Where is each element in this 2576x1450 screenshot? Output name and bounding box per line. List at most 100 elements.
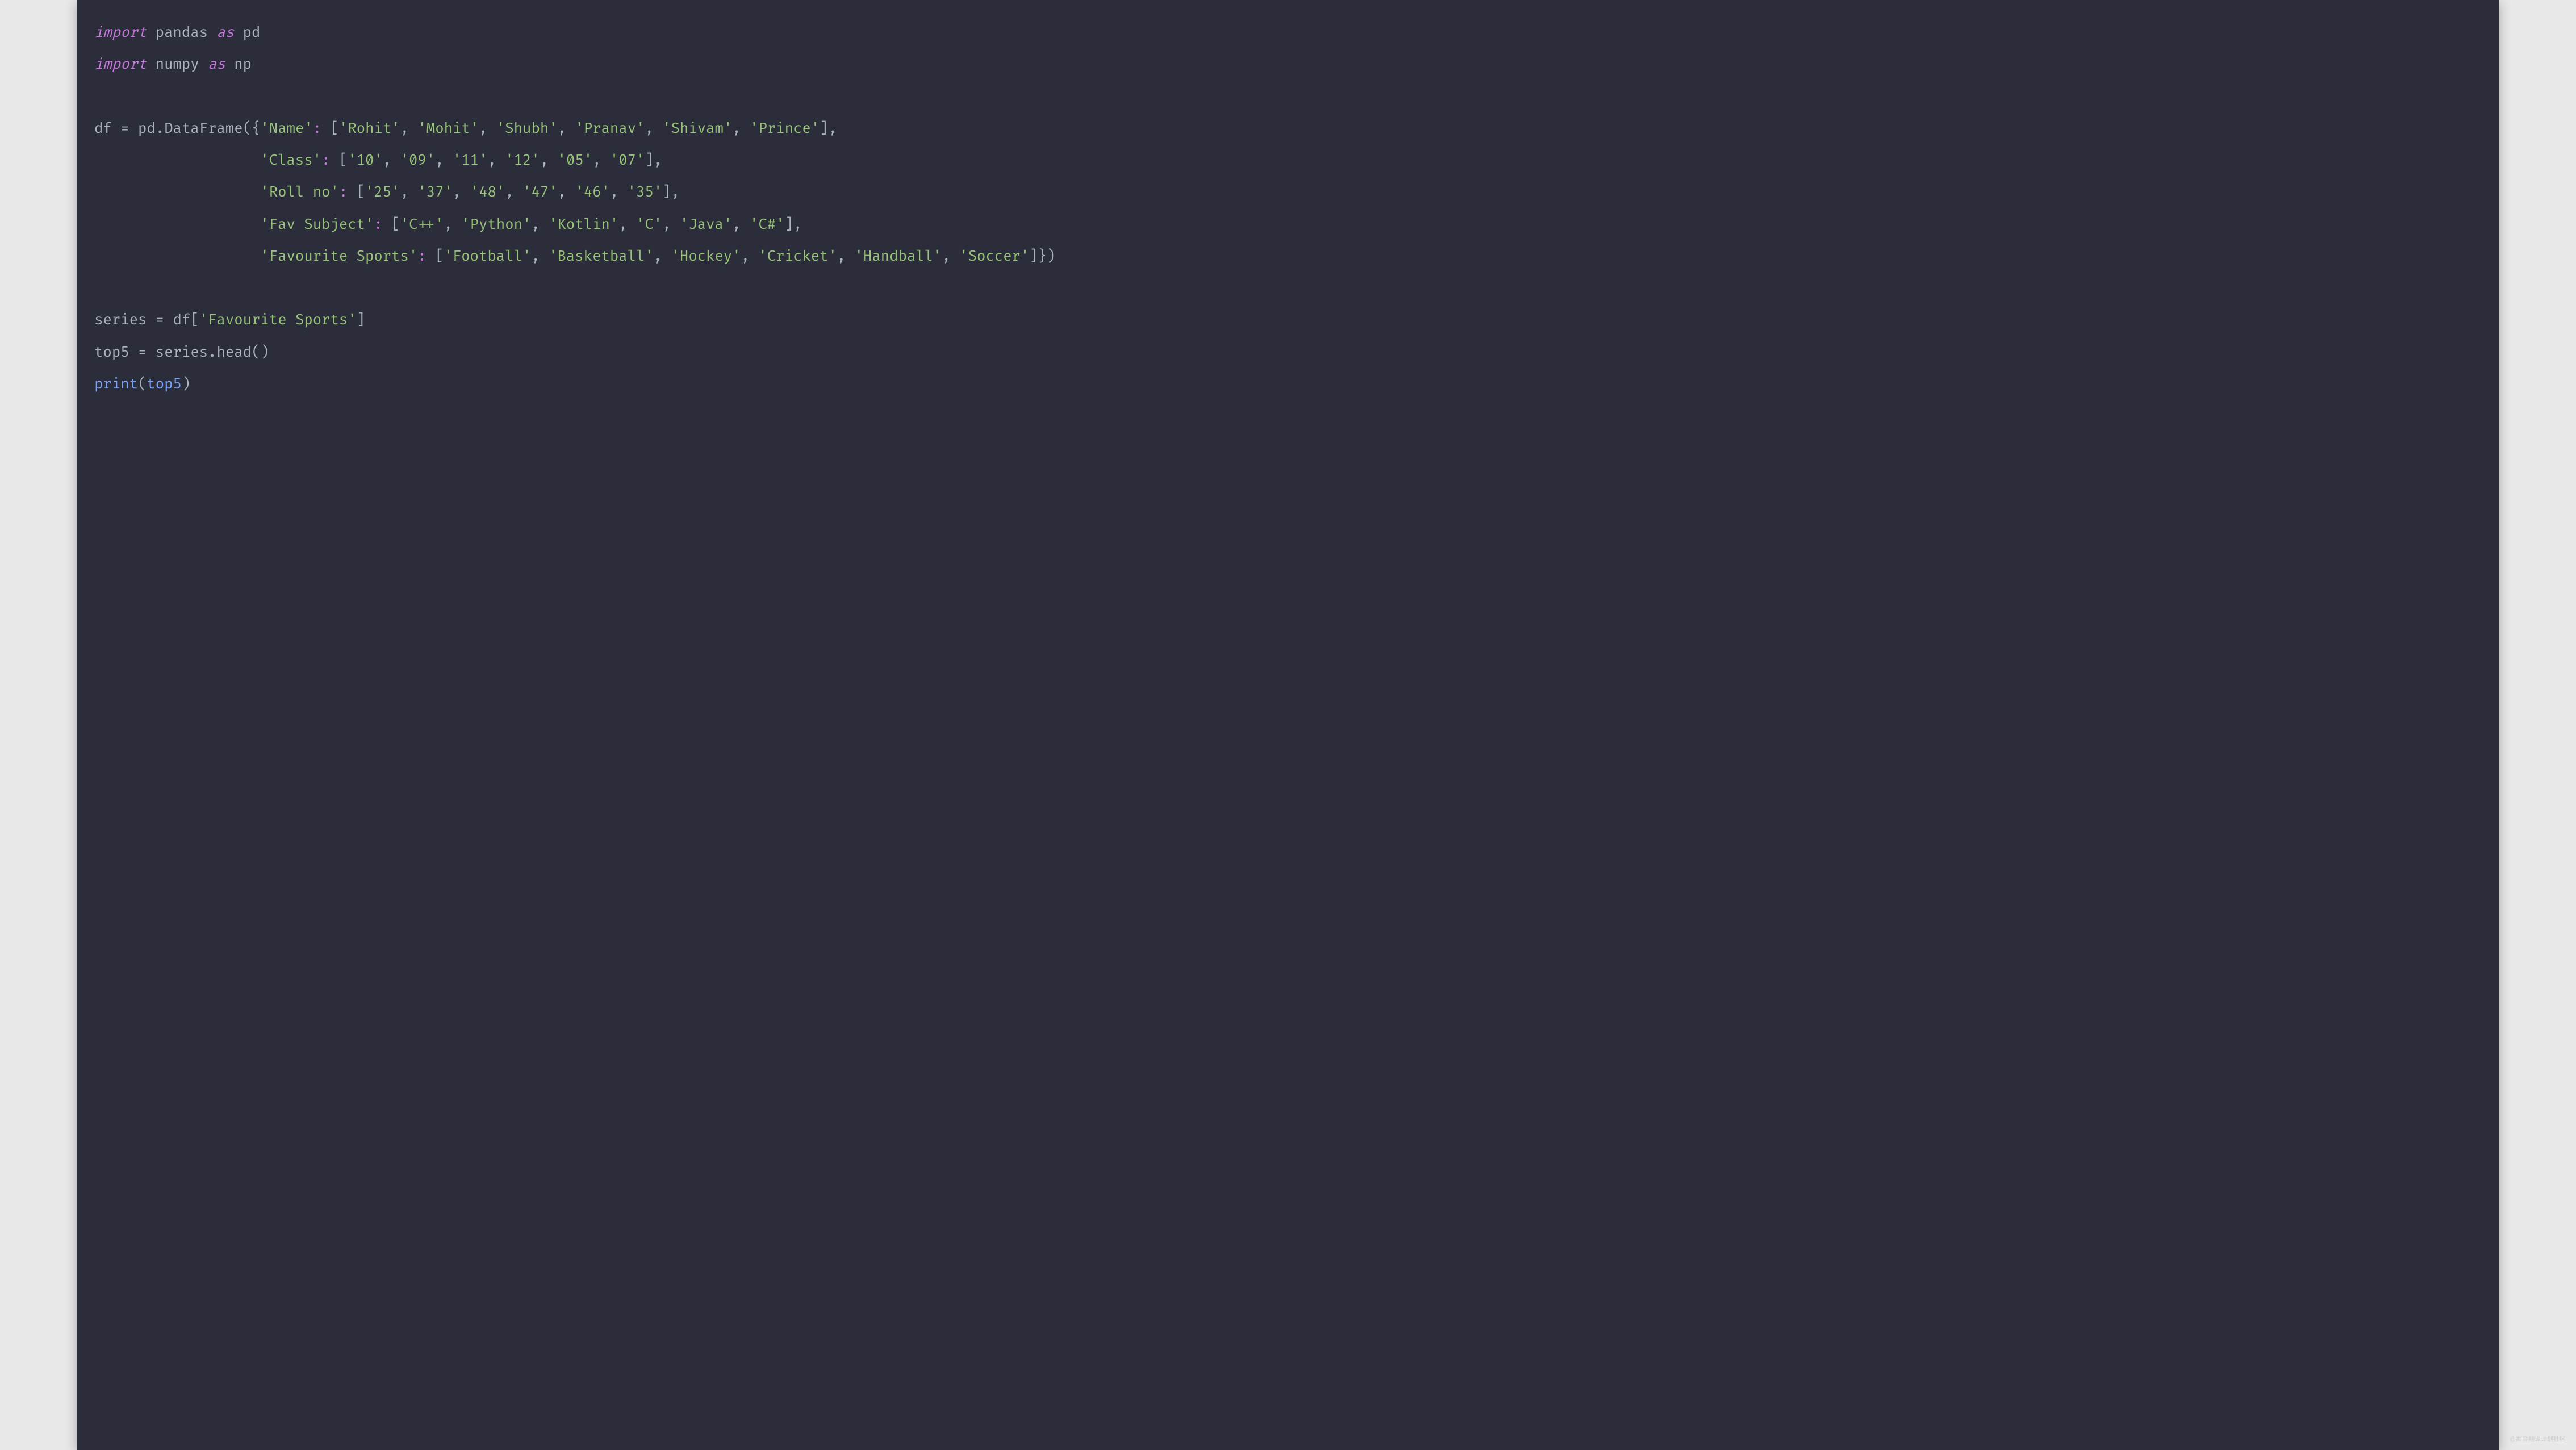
code-block: import pandas as pd import numpy as np d… [77,0,2499,1450]
brace: } [1038,248,1047,265]
comma: , [942,248,951,265]
comma: , [558,120,566,137]
bracket: [ [357,183,365,201]
string-val: 'C++' [400,216,444,233]
dot: . [208,344,216,361]
alias-name: pd [243,24,261,41]
string-val: '05' [558,152,593,169]
indent [94,216,260,233]
variable: series [94,311,147,329]
variable-ref: series [156,344,208,361]
keyword-as: as [208,56,225,73]
comma: , [540,152,549,169]
variable-ref: df [173,311,191,329]
colon: : [417,248,426,265]
function-name: DataFrame [164,120,242,137]
code-content: import pandas as pd import numpy as np d… [94,17,2482,400]
module-ref: pd [138,120,156,137]
comma: , [732,120,741,137]
bracket: ] [1029,248,1038,265]
string-val: '09' [400,152,436,169]
string-val: '48' [470,183,505,201]
comma: , [505,183,513,201]
comma: , [531,248,540,265]
string-key: 'Fav Subject' [260,216,374,233]
variable: top5 [94,344,129,361]
colon: : [321,152,330,169]
builtin-function: print [94,375,138,393]
comma: , [479,120,487,137]
comma: , [383,152,391,169]
string-val: '25' [365,183,400,201]
string-val: '35' [628,183,663,201]
indent [94,152,260,169]
bracket: [ [339,152,348,169]
colon: : [313,120,321,137]
bracket: [ [435,248,444,265]
string-val: '37' [417,183,453,201]
string-val: '07' [610,152,645,169]
comma: , [400,120,409,137]
comma: , [531,216,540,233]
comma: , [732,216,741,233]
string-val: 'Shivam' [662,120,732,137]
comma: , [645,120,653,137]
comma: , [487,152,496,169]
comma: , [829,120,837,137]
method-name: head [217,344,252,361]
bracket: [ [391,216,400,233]
string-val: '47' [522,183,558,201]
paren: ( [252,344,260,361]
string-val: '10' [348,152,383,169]
operator: = [138,344,147,361]
string-val: 'Kotlin' [549,216,618,233]
operator: = [120,120,129,137]
string-val: 'Soccer' [959,248,1029,265]
comma: , [610,183,618,201]
comma: , [741,248,750,265]
paren: ( [138,375,147,393]
keyword-as: as [216,24,234,41]
comma: , [435,152,444,169]
string-val: 'C#' [750,216,785,233]
string-val: 'Shubh' [496,120,558,137]
bracket: ] [645,152,653,169]
string-val: '46' [575,183,610,201]
string-val: 'Python' [461,216,531,233]
bracket: ] [357,311,365,329]
operator: = [156,311,164,329]
comma: , [400,183,409,201]
comma: , [453,183,461,201]
string-val: 'Hockey' [671,248,741,265]
bracket: [ [331,120,339,137]
module-name: numpy [156,56,199,73]
comma: , [793,216,802,233]
comma: , [662,216,671,233]
string-val: 'Cricket' [758,248,837,265]
keyword-import: import [94,56,147,73]
bracket: ] [662,183,671,201]
bracket: ] [819,120,828,137]
string-val: 'Rohit' [339,120,400,137]
paren: ) [1047,248,1055,265]
watermark-text: @掘金翻译计划社区 [2510,1434,2566,1443]
colon: : [339,183,348,201]
comma: , [618,216,627,233]
keyword-import: import [94,24,147,41]
string-val: '12' [505,152,540,169]
string-key: 'Roll no' [260,183,338,201]
comma: , [671,183,680,201]
paren: ( [243,120,252,137]
bracket: [ [190,311,199,329]
string-val: 'Pranav' [575,120,645,137]
colon: : [374,216,382,233]
variable-ref: top5 [147,375,182,393]
string-val: 'Basketball' [549,248,654,265]
string-val: 'Java' [680,216,732,233]
comma: , [558,183,566,201]
string-val: 'Football' [444,248,532,265]
indent [94,248,260,265]
paren: ) [182,375,190,393]
variable: df [94,120,112,137]
comma: , [444,216,453,233]
